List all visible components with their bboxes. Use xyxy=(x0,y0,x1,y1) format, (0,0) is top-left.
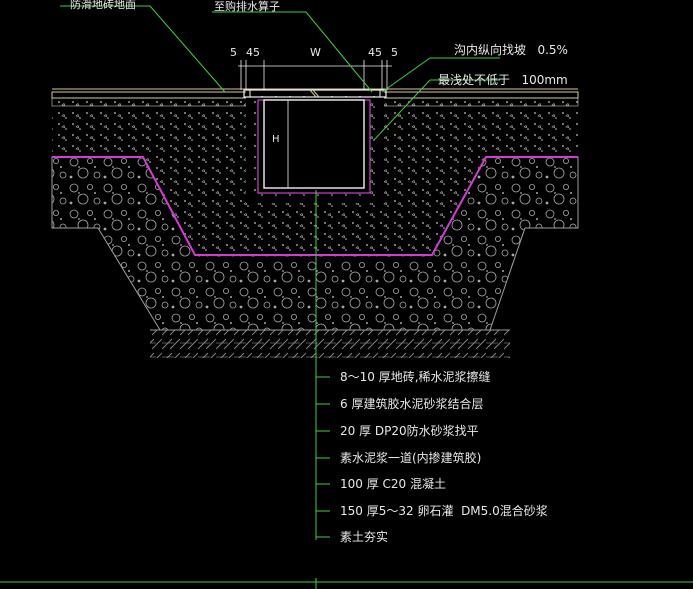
height-label: H xyxy=(272,134,280,145)
drainage-trench-body xyxy=(243,89,387,203)
rammed-soil-hatching xyxy=(150,329,510,358)
slope-note: 沟内纵向找坡 0.5% xyxy=(454,42,568,57)
layer-4-label: 素水泥浆一道(内掺建筑胶) xyxy=(340,450,481,465)
top-dimension-line xyxy=(238,60,392,90)
min-depth-note: 最浅处不低于 100mm xyxy=(438,73,568,87)
top-left-callout-text: 防滑地砖地面 xyxy=(70,0,136,11)
dim-5-right: 5 xyxy=(391,46,398,59)
layer-3-label: 20 厚 DP20防水砂浆找平 xyxy=(340,423,479,438)
layer-6-label: 150 厚5～32 卵石灌 DM5.0混合砂浆 xyxy=(340,503,548,518)
dim-45-left: 45 xyxy=(246,46,260,59)
layer-1-label: 8～10 厚地砖,稀水泥浆擦缝 xyxy=(340,369,491,384)
dim-w: W xyxy=(310,46,321,59)
dim-45-right: 45 xyxy=(368,46,382,59)
layer-7-label: 素土夯实 xyxy=(340,529,388,544)
drainage-trench-detail-drawing: 防滑地砖地面 至购排水算子 5 45 W 45 5 沟内纵向找坡 0.5% 最浅… xyxy=(0,0,693,589)
layer-2-label: 6 厚建筑胶水泥砂浆结合层 xyxy=(340,396,483,411)
top-mid-callout-text: 至购排水算子 xyxy=(214,0,280,13)
layer-5-label: 100 厚 C20 混凝土 xyxy=(340,476,446,491)
dim-5-left: 5 xyxy=(230,46,237,59)
